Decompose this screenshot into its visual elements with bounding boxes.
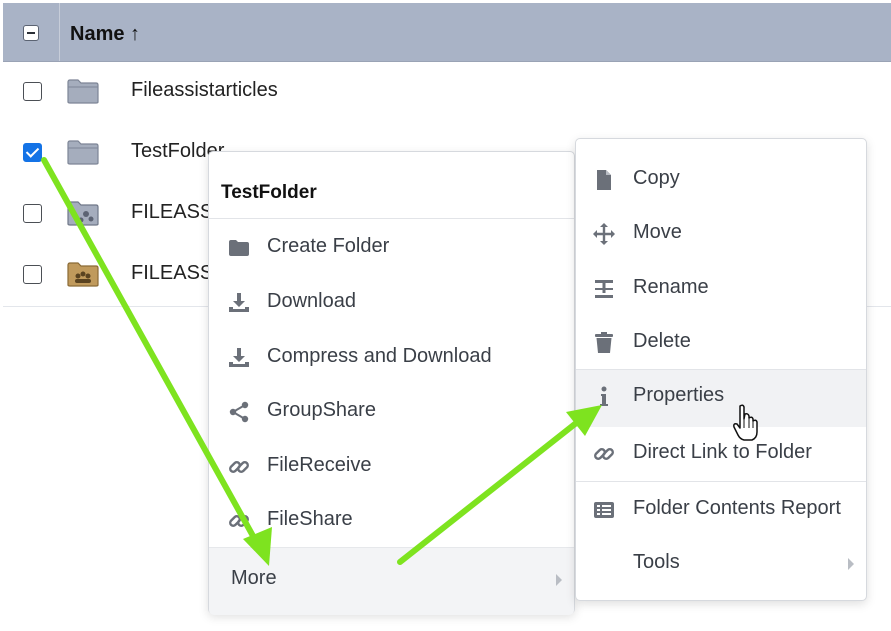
row-checkbox[interactable] <box>23 204 42 223</box>
menu-item-label: FileReceive <box>267 454 372 476</box>
menu-item-more[interactable]: More <box>209 547 574 615</box>
menu-item-compress-download[interactable]: Compress and Download <box>209 331 574 385</box>
menu-item-label: Folder Contents Report <box>633 497 841 519</box>
menu-item-groupshare[interactable]: GroupShare <box>209 385 574 439</box>
info-icon <box>600 386 608 406</box>
name-column-header[interactable]: Name ↑ <box>70 23 140 46</box>
row-checkbox-checked[interactable] <box>23 143 42 162</box>
folder-name[interactable]: FILEASSI <box>131 201 219 224</box>
menu-item-delete[interactable]: Delete <box>576 316 866 370</box>
menu-item-label: Compress and Download <box>267 345 492 367</box>
menu-item-label: Copy <box>633 167 680 189</box>
menu-item-label: FileShare <box>267 508 353 530</box>
shared-folder-icon <box>67 201 99 226</box>
folder-icon <box>67 79 99 104</box>
chevron-right-icon <box>556 574 562 586</box>
table-header: Name ↑ <box>3 3 891 62</box>
menu-item-label: GroupShare <box>267 399 376 421</box>
more-label: More <box>231 567 277 589</box>
table-row[interactable]: Fileassistarticles <box>3 62 891 124</box>
trash-icon <box>595 332 613 353</box>
menu-item-download[interactable]: Download <box>209 276 574 330</box>
rename-icon <box>595 280 613 298</box>
context-menu: TestFolder Create Folder Download Compre… <box>208 151 575 615</box>
row-checkbox[interactable] <box>23 82 42 101</box>
menu-divider <box>576 481 866 482</box>
menu-item-copy[interactable]: Copy <box>576 153 866 207</box>
menu-item-label: Rename <box>633 276 709 298</box>
menu-item-properties[interactable]: Properties <box>576 370 866 427</box>
link-icon <box>229 515 249 527</box>
tools-label: Tools <box>633 551 680 573</box>
menu-item-label: Direct Link to Folder <box>633 441 812 463</box>
share-icon <box>229 401 249 423</box>
chevron-right-icon <box>848 558 854 570</box>
menu-item-label: Create Folder <box>267 235 390 257</box>
menu-item-move[interactable]: Move <box>576 207 866 261</box>
move-icon <box>593 223 615 245</box>
menu-item-label: Download <box>267 290 356 312</box>
menu-item-label: Properties <box>633 384 725 406</box>
menu-item-rename[interactable]: Rename <box>576 262 866 316</box>
menu-item-folder-contents-report[interactable]: Folder Contents Report <box>576 483 866 537</box>
group-folder-icon <box>67 262 99 287</box>
menu-item-fileshare[interactable]: FileShare <box>209 494 574 548</box>
menu-item-create-folder[interactable]: Create Folder <box>209 221 574 275</box>
menu-item-filereceive[interactable]: FileReceive <box>209 440 574 494</box>
folder-name[interactable]: Fileassistarticles <box>131 79 278 102</box>
folder-icon <box>67 140 99 165</box>
more-submenu: Copy Move Rename Delete Properties Direc… <box>575 138 867 601</box>
menu-divider <box>209 218 574 219</box>
download-icon <box>229 293 249 312</box>
compress-download-icon <box>229 348 249 367</box>
menu-item-tools[interactable]: Tools <box>576 537 866 591</box>
menu-item-label: Move <box>633 221 682 243</box>
context-menu-title: TestFolder <box>221 182 317 203</box>
folder-name[interactable]: FILEASSI <box>131 262 219 285</box>
menu-item-direct-link[interactable]: Direct Link to Folder <box>576 427 866 481</box>
row-checkbox[interactable] <box>23 265 42 284</box>
link-icon <box>594 448 614 460</box>
select-all-checkbox[interactable] <box>23 25 39 41</box>
hand-cursor-icon <box>733 404 758 441</box>
menu-item-label: Delete <box>633 330 691 352</box>
header-checkbox-cell <box>3 3 60 61</box>
link-icon <box>229 461 249 473</box>
list-icon <box>594 502 614 518</box>
file-icon <box>597 170 611 190</box>
folder-icon <box>229 240 249 256</box>
